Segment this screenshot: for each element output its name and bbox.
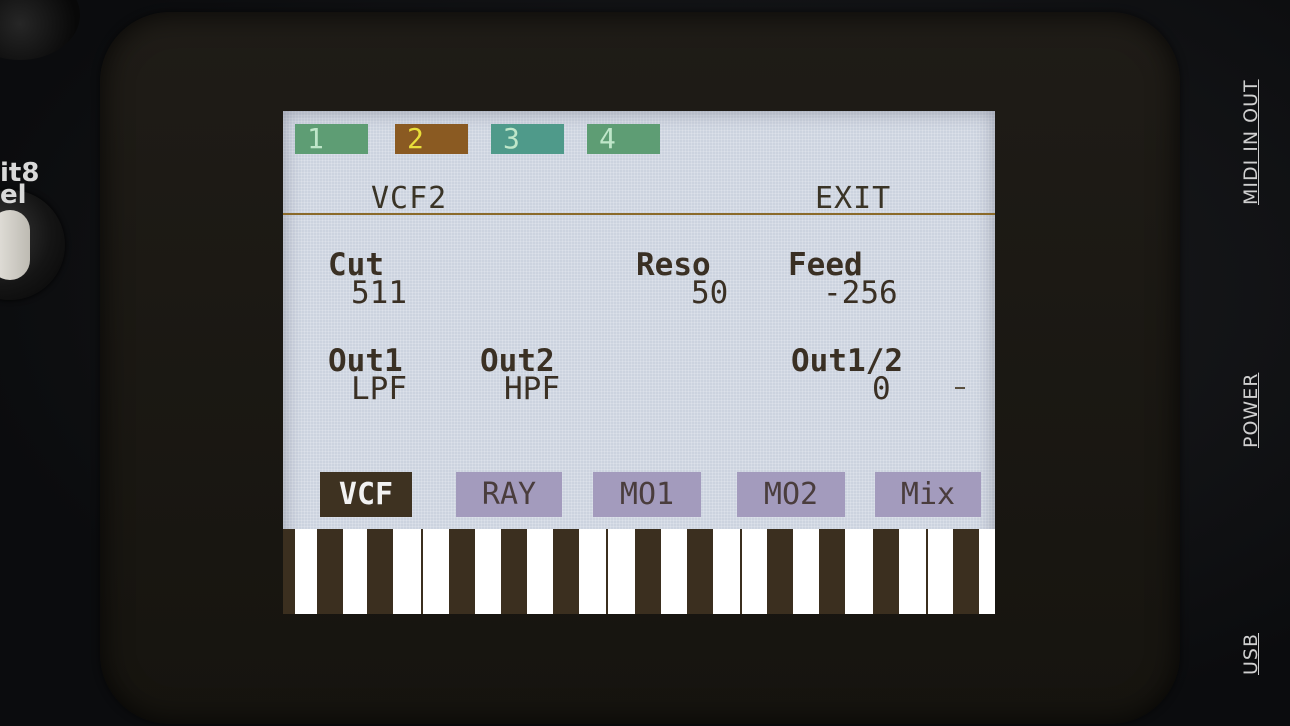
keyboard-key[interactable] (687, 529, 713, 614)
page-button-mix[interactable]: Mix (875, 472, 981, 517)
tab-3[interactable]: 3 (491, 124, 564, 154)
keyboard-key[interactable] (449, 529, 475, 614)
port-label-usb: USB (1240, 632, 1262, 675)
keyboard-key-divider (740, 529, 742, 614)
param-out2-value[interactable]: HPF (504, 371, 560, 407)
header-row: VCF2 EXIT (283, 177, 995, 216)
knob-cap (0, 210, 30, 280)
knob-top[interactable] (0, 0, 80, 60)
keyboard-key[interactable] (553, 529, 579, 614)
param-indicator-dash (955, 387, 965, 389)
page-button-mo1[interactable]: MO1 (593, 472, 701, 517)
hardware-panel: it8 el MIDI IN OUT POWER USB 1 2 3 4 VCF… (0, 0, 1290, 726)
brand-label: it8 el (0, 160, 39, 208)
brand-line-2: el (0, 180, 27, 210)
tab-2[interactable]: 2 (395, 124, 468, 154)
exit-button[interactable]: EXIT (815, 181, 891, 216)
keyboard-key-divider (606, 529, 608, 614)
keyboard-key[interactable] (819, 529, 845, 614)
page-button-ray[interactable]: RAY (456, 472, 562, 517)
param-cut-value[interactable]: 511 (351, 275, 407, 311)
keyboard-key[interactable] (501, 529, 527, 614)
port-label-power: POWER (1240, 372, 1262, 448)
page-button-mo2[interactable]: MO2 (737, 472, 845, 517)
keyboard-key[interactable] (953, 529, 979, 614)
keyboard-key-divider (926, 529, 928, 614)
keyboard-key-divider (421, 529, 423, 614)
keyboard-key[interactable] (873, 529, 899, 614)
port-label-midi: MIDI IN OUT (1240, 79, 1262, 205)
tab-4[interactable]: 4 (587, 124, 660, 154)
lcd-screen: 1 2 3 4 VCF2 EXIT Cut 511 Reso 50 Feed -… (283, 111, 995, 614)
keyboard-key[interactable] (767, 529, 793, 614)
keyboard[interactable] (283, 529, 995, 614)
param-out12-value[interactable]: 0 (872, 371, 891, 407)
param-out1-value[interactable]: LPF (351, 371, 407, 407)
keyboard-key[interactable] (283, 529, 295, 614)
keyboard-key[interactable] (367, 529, 393, 614)
tab-1[interactable]: 1 (295, 124, 368, 154)
param-reso-value[interactable]: 50 (691, 275, 728, 311)
page-button-vcf[interactable]: VCF (320, 472, 412, 517)
keyboard-key[interactable] (635, 529, 661, 614)
keyboard-key[interactable] (317, 529, 343, 614)
param-feed-value[interactable]: -256 (823, 275, 898, 311)
page-title: VCF2 (371, 181, 448, 216)
